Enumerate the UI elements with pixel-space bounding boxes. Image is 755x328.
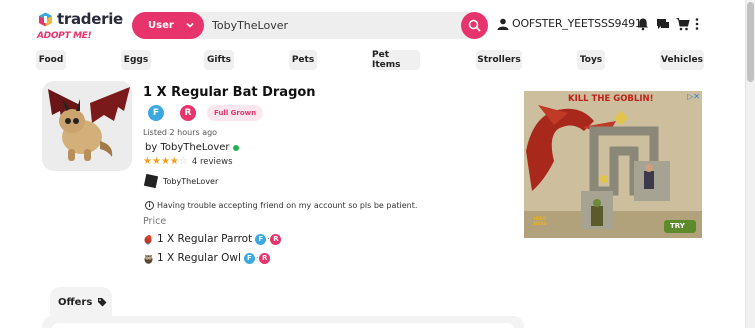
owl-icon	[144, 254, 153, 264]
price-item[interactable]: 1 X Regular Owl F · R	[143, 252, 271, 264]
top-header: traderie ADOPT ME! User TobyTheLover OOF…	[0, 0, 745, 48]
parrot-icon	[144, 234, 154, 245]
roblox-account: TobyTheLover	[143, 173, 219, 189]
ride-badge: R	[270, 233, 282, 245]
ad-headline: KILL THE GOBLIN!	[568, 94, 654, 104]
ad-brand-logo: HERO WARS	[533, 216, 547, 226]
star-icon: ★	[151, 156, 161, 167]
seller-line: by TobyTheLover	[145, 142, 239, 153]
search-button[interactable]	[461, 12, 488, 39]
star-icon: ★	[143, 156, 152, 167]
price-item-text: 1 X Regular Owl	[157, 252, 241, 264]
ad-cta-button[interactable]: TRY	[670, 222, 685, 230]
chat-icon[interactable]	[656, 17, 670, 31]
listing-note: i Having trouble accepting friend on my …	[145, 201, 417, 210]
fly-badge: F	[148, 105, 164, 121]
category-gifts[interactable]: Gifts	[204, 50, 234, 70]
user-icon	[497, 18, 509, 30]
category-vehicles[interactable]: Vehicles	[660, 50, 704, 70]
offers-tab-label: Offers	[58, 296, 93, 308]
full-grown-badge: Full Grown	[207, 105, 264, 121]
category-strollers[interactable]: Strollers	[476, 50, 522, 70]
offers-content	[52, 323, 514, 328]
search-type-select[interactable]: User	[132, 12, 204, 39]
ride-badge: R	[259, 252, 271, 264]
price-item-text: 1 X Regular Parrot	[157, 233, 253, 245]
info-icon: i	[145, 201, 154, 210]
price-label: Price	[143, 216, 167, 227]
category-nav: Food Eggs Gifts Pets Pet Items Strollers…	[0, 50, 745, 72]
category-pet-items[interactable]: Pet Items	[372, 50, 420, 70]
traderie-logo[interactable]: traderie	[38, 10, 123, 28]
search-bar: User TobyTheLover	[132, 12, 488, 39]
item-image	[42, 81, 132, 171]
star-icon: ★	[160, 156, 170, 167]
account-username: OOFSTER_YEETSSS9491	[512, 17, 642, 30]
listed-time: Listed 2 hours ago	[143, 128, 218, 137]
tab-offers[interactable]: Offers	[50, 287, 112, 317]
advertisement[interactable]: KILL THE GOBLIN! TRY HERO WARS ▷✕	[524, 91, 702, 238]
bat-dragon-image	[48, 87, 130, 161]
fly-badge: F	[243, 252, 255, 264]
logo-mark-icon	[38, 12, 53, 27]
bell-icon[interactable]	[636, 17, 650, 31]
tag-icon	[98, 298, 107, 307]
game-label[interactable]: ADOPT ME!	[37, 31, 92, 41]
seller-rating[interactable]: ★ ★ ★ ★ ☆ 4 reviews	[143, 156, 233, 168]
page-scrollbar[interactable]	[745, 0, 755, 328]
ride-badge: R	[180, 105, 196, 121]
online-status-dot	[232, 144, 239, 151]
item-title: 1 X Regular Bat Dragon	[143, 85, 316, 100]
seller-name[interactable]: TobyTheLover	[160, 142, 229, 153]
category-food[interactable]: Food	[36, 50, 66, 70]
star-empty-icon: ☆	[178, 156, 188, 167]
account-menu[interactable]: OOFSTER_YEETSSS9491	[497, 17, 642, 30]
search-icon	[468, 19, 481, 32]
review-count[interactable]: 4 reviews	[192, 157, 233, 167]
category-pets[interactable]: Pets	[289, 50, 317, 70]
more-vertical-icon[interactable]	[692, 17, 702, 31]
logo-text: traderie	[57, 10, 123, 28]
search-input[interactable]: TobyTheLover	[212, 19, 288, 32]
by-prefix: by	[145, 142, 158, 153]
ad-image	[524, 91, 702, 238]
price-item[interactable]: 1 X Regular Parrot F · R	[143, 233, 282, 245]
category-eggs[interactable]: Eggs	[121, 50, 151, 70]
category-toys[interactable]: Toys	[577, 50, 605, 70]
search-type-label: User	[148, 20, 174, 31]
roblox-username: TobyTheLover	[163, 176, 219, 186]
star-icon: ★	[169, 156, 179, 167]
scrollbar-thumb[interactable]	[747, 2, 754, 82]
listing-note-text: Having trouble accepting friend on my ac…	[157, 201, 418, 210]
chevron-down-icon	[186, 22, 194, 28]
fly-badge: F	[255, 233, 267, 245]
cart-icon[interactable]	[676, 17, 690, 31]
roblox-icon	[143, 173, 159, 189]
ad-choices-icon[interactable]: ▷✕	[687, 92, 700, 101]
